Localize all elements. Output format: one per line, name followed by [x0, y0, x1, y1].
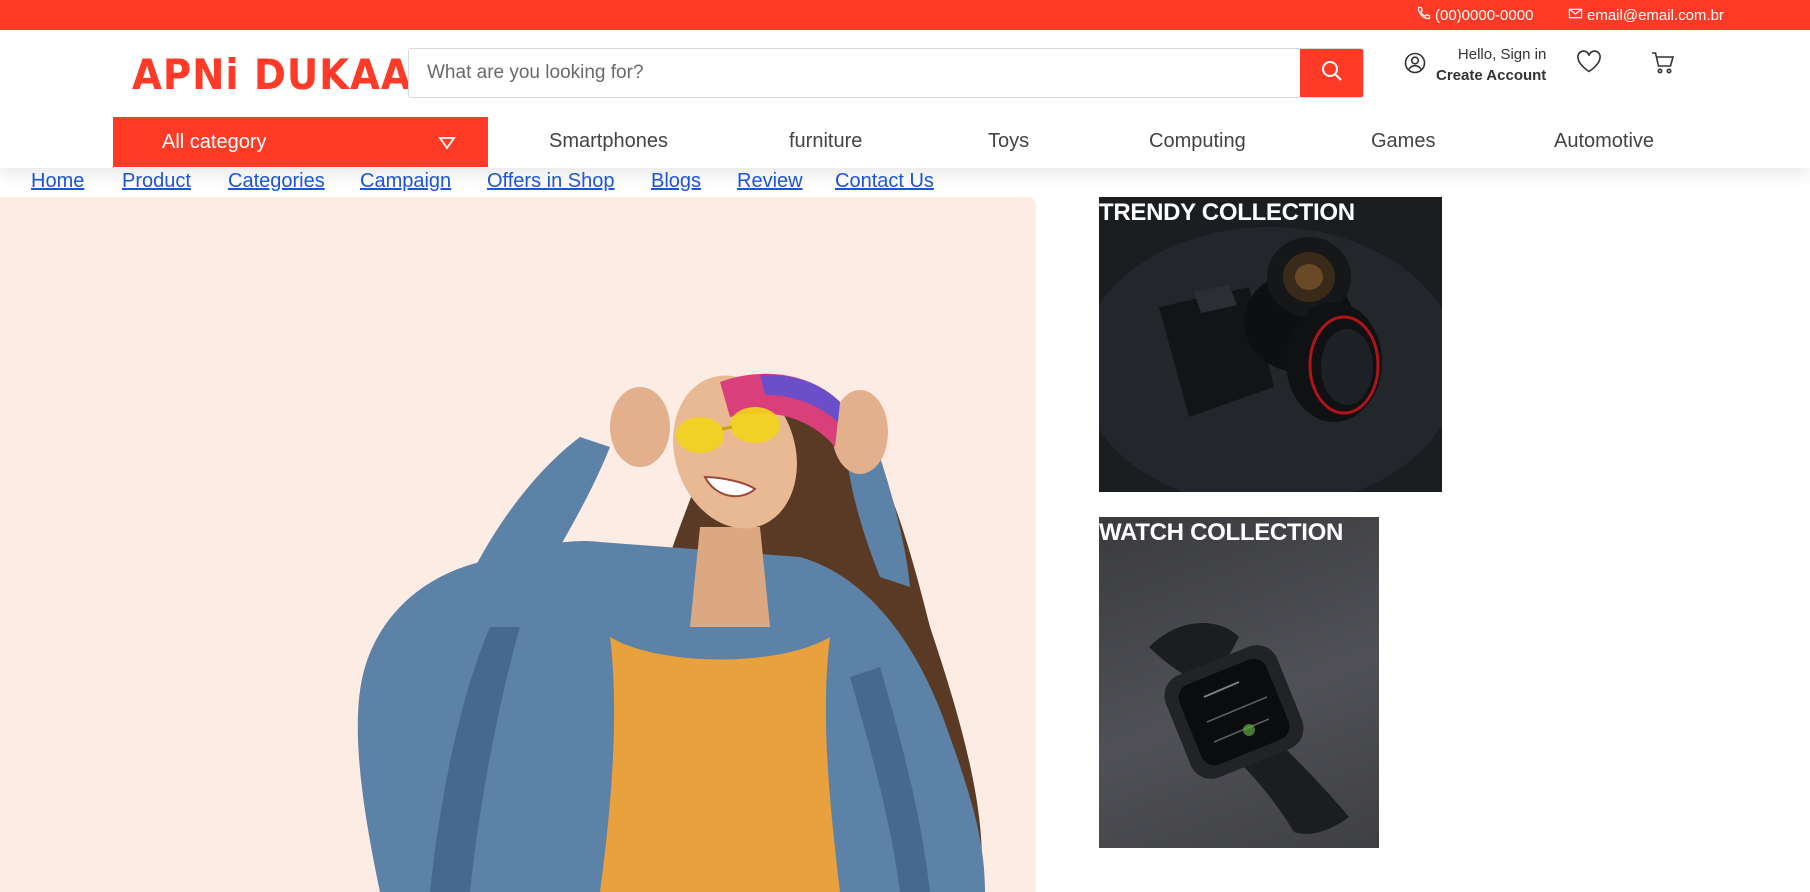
phone-contact[interactable]: (00)0000-0000: [1416, 6, 1533, 25]
category-toys[interactable]: Toys: [988, 130, 1029, 153]
nav-home[interactable]: Home: [31, 170, 84, 193]
search-button[interactable]: [1300, 49, 1363, 97]
top-bar: (00)0000-0000 email@email.com.br: [0, 0, 1810, 30]
account-link[interactable]: Hello, Sign in Create Account: [1404, 44, 1546, 86]
category-smartphones[interactable]: Smartphones: [549, 130, 668, 153]
account-greeting: Hello, Sign in: [1457, 46, 1547, 63]
nav-categories[interactable]: Categories: [228, 170, 325, 193]
nav-offers[interactable]: Offers in Shop: [487, 170, 614, 193]
phone-icon: [1416, 6, 1431, 25]
nav-contact-us[interactable]: Contact Us: [835, 170, 934, 193]
hero-image: [357, 373, 985, 892]
trendy-collection-card[interactable]: TRENDY COLLECTION: [1099, 197, 1442, 492]
all-category-label: All category: [162, 130, 267, 153]
search-bar: [408, 48, 1364, 98]
search-icon: [1321, 60, 1343, 87]
watch-collection-title: WATCH COLLECTION: [1099, 519, 1344, 546]
header: APNi DUKAAN Hello, Sign in Create Accoun…: [0, 30, 1810, 168]
wishlist-button[interactable]: [1576, 50, 1602, 79]
user-icon: [1404, 52, 1426, 79]
heart-icon: [1576, 50, 1602, 78]
cart-button[interactable]: [1650, 50, 1676, 81]
nav-review[interactable]: Review: [737, 170, 803, 193]
chevron-down-icon: [438, 133, 456, 156]
mail-icon: [1568, 6, 1583, 25]
create-account-label: Create Account: [1436, 67, 1547, 84]
category-automotive[interactable]: Automotive: [1554, 130, 1654, 153]
hero-banner: [0, 197, 1036, 892]
nav-campaign[interactable]: Campaign: [360, 170, 451, 193]
phone-number: (00)0000-0000: [1435, 7, 1534, 24]
search-input[interactable]: [409, 49, 1300, 97]
category-furniture[interactable]: furniture: [789, 130, 862, 153]
watch-image: [1149, 623, 1349, 834]
camera-image: [1099, 197, 1442, 492]
nav-product[interactable]: Product: [122, 170, 191, 193]
cart-icon: [1650, 52, 1676, 80]
logo[interactable]: APNi DUKAAN: [132, 50, 445, 99]
all-category-dropdown[interactable]: All category: [113, 117, 488, 167]
email-address: email@email.com.br: [1587, 7, 1724, 24]
nav-blogs[interactable]: Blogs: [651, 170, 701, 193]
watch-collection-card[interactable]: WATCH COLLECTION: [1099, 517, 1379, 848]
email-contact[interactable]: email@email.com.br: [1568, 6, 1724, 25]
category-games[interactable]: Games: [1371, 130, 1435, 153]
trendy-collection-title: TRENDY COLLECTION: [1099, 199, 1355, 226]
category-computing[interactable]: Computing: [1149, 130, 1246, 153]
